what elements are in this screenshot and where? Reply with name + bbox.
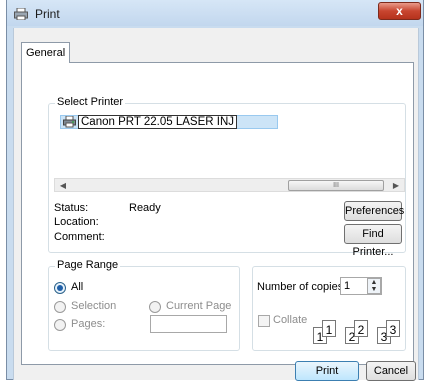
printer-icon (14, 8, 28, 20)
dialog-client-area: General Select Printer Canon PRT 22.05 L… (13, 28, 419, 381)
collate-checkbox[interactable] (258, 315, 270, 327)
printer-list-scrollbar[interactable]: ◀ III ▶ (54, 178, 405, 192)
current-page-radio[interactable] (149, 301, 161, 313)
page-range-group: Page Range All Selection Current Page Pa… (48, 259, 240, 351)
scrollbar-thumb[interactable]: III (288, 180, 384, 191)
collate-page-2-front: 2 (354, 320, 368, 337)
page-range-legend: Page Range (55, 259, 121, 271)
collate-page-1-front: 1 (322, 320, 336, 337)
number-of-copies-label: Number of copies: (257, 281, 347, 293)
scroll-left-arrow-icon[interactable]: ◀ (57, 180, 69, 191)
close-button[interactable]: x (378, 2, 421, 20)
all-radio[interactable] (54, 282, 66, 294)
selection-label: Selection (71, 300, 117, 312)
copies-spinner[interactable]: ▲ ▼ (367, 278, 381, 294)
title-bar[interactable]: Print x (7, 0, 423, 26)
find-printer-button[interactable]: Find Printer... (344, 224, 402, 258)
status-label: Status: (54, 202, 89, 214)
tab-general[interactable]: General (21, 42, 70, 63)
collate-page-3-front: 3 (386, 320, 400, 337)
window-title: Print (35, 7, 60, 21)
pages-label: Pages: (71, 318, 106, 330)
printer-list-item[interactable]: Canon PRT 22.05 LASER INJ (60, 115, 278, 129)
printer-icon (63, 116, 76, 128)
copies-group: Number of copies: ▲ ▼ Collate 1 1 2 2 3 … (252, 266, 406, 351)
pages-radio[interactable] (54, 319, 66, 331)
collate-label: Collate (273, 314, 308, 326)
printer-name: Canon PRT 22.05 LASER INJ (78, 115, 237, 129)
preferences-button[interactable]: Preferences (344, 201, 404, 221)
all-label: All (71, 281, 84, 293)
location-label: Location: (54, 216, 99, 228)
comment-label: Comment: (54, 231, 105, 243)
scroll-right-arrow-icon[interactable]: ▶ (390, 180, 402, 191)
selection-radio[interactable] (54, 301, 66, 313)
general-tab-panel: Select Printer Canon PRT 22.05 LASER INJ… (21, 62, 414, 365)
select-printer-legend: Select Printer (55, 96, 126, 108)
current-page-label: Current Page (166, 300, 232, 312)
select-printer-group: Select Printer Canon PRT 22.05 LASER INJ… (48, 96, 406, 258)
print-button[interactable]: Print (295, 361, 359, 381)
spin-down-icon[interactable]: ▼ (368, 286, 380, 293)
status-value: Ready (129, 202, 161, 214)
print-dialog: Print x General Select Printer Canon PRT… (6, 0, 424, 381)
spin-up-icon[interactable]: ▲ (368, 279, 380, 286)
cancel-button[interactable]: Cancel (366, 361, 416, 381)
pages-input[interactable] (150, 315, 227, 333)
